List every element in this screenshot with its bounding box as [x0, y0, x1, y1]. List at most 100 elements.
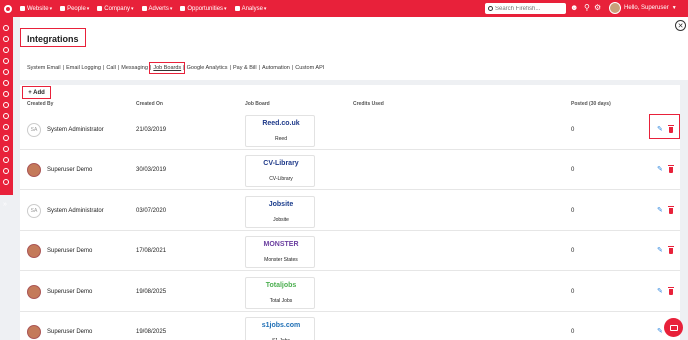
tab-messaging[interactable]: Messaging — [120, 65, 149, 71]
job-board-card: s1jobs.comS1 Jobs — [245, 317, 315, 340]
nav-analyse[interactable]: Analyse ▾ — [234, 5, 267, 12]
delete-trash-icon[interactable] — [668, 246, 674, 254]
globe-icon — [20, 6, 25, 11]
posted-count: 0 — [571, 289, 575, 295]
user-avatar — [27, 325, 41, 339]
sidebar-alert-icon[interactable] — [3, 179, 9, 185]
job-board-card: MONSTER Monster States — [245, 236, 315, 268]
building-icon — [97, 6, 103, 11]
edit-pencil-icon[interactable]: ✎ — [657, 165, 663, 173]
delete-trash-icon[interactable] — [668, 206, 674, 214]
sidebar-megaphone-icon[interactable] — [3, 47, 9, 53]
created-by: Superuser Demo — [47, 167, 93, 173]
created-on: 03/07/2020 — [136, 208, 167, 214]
sidebar-settings-icon[interactable] — [3, 25, 9, 31]
posted-count: 0 — [571, 167, 575, 173]
sidebar-chat-icon[interactable] — [3, 69, 9, 75]
edit-pencil-icon[interactable]: ✎ — [657, 206, 663, 214]
sidebar-star-icon[interactable] — [3, 135, 9, 141]
created-on: 19/08/2025 — [136, 289, 167, 295]
add-button[interactable]: + Add — [22, 86, 51, 99]
search-icon — [488, 6, 493, 11]
nav-adverts[interactable]: Adverts ▾ — [141, 5, 173, 12]
user-menu[interactable]: Hello, Superuser ▼ — [609, 2, 677, 14]
sidebar-expand-icon[interactable]: » — [3, 201, 7, 208]
posted-count: 0 — [571, 248, 575, 254]
add-user-icon[interactable]: ☻ — [570, 3, 578, 13]
col-credits-used: Credits Used — [353, 101, 384, 107]
briefcase-icon — [180, 6, 186, 11]
delete-trash-icon[interactable] — [668, 287, 674, 295]
created-on: 17/08/2021 — [136, 248, 167, 254]
tab-custom-api[interactable]: Custom API — [294, 65, 325, 71]
edit-pencil-icon[interactable]: ✎ — [657, 287, 663, 295]
table-row: Superuser Demo 17/08/2021 MONSTER Monster S… — [20, 231, 680, 271]
table-row: SA System Administrator 21/03/2019 Reed.co.… — [20, 110, 680, 150]
delete-trash-icon[interactable] — [668, 125, 674, 133]
tab-email-logging[interactable]: Email Logging — [65, 65, 102, 71]
created-by: System Administrator — [47, 127, 104, 133]
settings-gear-icon[interactable]: ⚙ — [594, 3, 601, 13]
table-row: SA System Administrator 03/07/2020 Jobsite J… — [20, 191, 680, 231]
sidebar-calendar-icon[interactable] — [3, 124, 9, 130]
nav-label: Analyse — [241, 5, 263, 12]
job-board-name: Monster States — [264, 257, 298, 263]
table-row: Superuser Demo 19/08/2025 s1jobs.comS1 Job… — [20, 312, 680, 340]
tab-job-boards[interactable]: Job Boards — [149, 62, 186, 74]
close-icon: ✕ — [677, 22, 684, 30]
job-board-logo: Jobsite — [268, 201, 294, 208]
posted-count: 0 — [571, 329, 575, 335]
sidebar-search-icon[interactable] — [3, 58, 9, 64]
table-row: Superuser Demo 19/08/2025 Totaljobs Total J… — [20, 272, 680, 312]
edit-pencil-icon[interactable]: ✎ — [657, 327, 663, 335]
job-board-logo: s1jobs.com — [261, 322, 301, 329]
created-on: 19/08/2025 — [136, 329, 167, 335]
created-by: System Administrator — [47, 208, 104, 214]
tab-call[interactable]: Call — [105, 65, 116, 71]
delete-trash-icon[interactable] — [668, 165, 674, 173]
chevron-down-icon: ▾ — [86, 5, 90, 12]
sidebar-flag-icon[interactable] — [3, 146, 9, 152]
tab-google-analytics[interactable]: Google Analytics — [186, 65, 229, 71]
created-by: Superuser Demo — [47, 289, 93, 295]
sidebar-mail-icon[interactable] — [3, 91, 9, 97]
col-job-board: Job Board — [245, 101, 270, 107]
job-board-card: CV-Library CV-Library — [245, 155, 315, 187]
app-logo[interactable] — [0, 0, 16, 17]
location-pin-icon[interactable]: ⚲ — [584, 3, 590, 13]
nav-label: People — [67, 5, 86, 12]
sidebar-doc-icon[interactable] — [3, 168, 9, 174]
sidebar-bell-icon[interactable] — [3, 157, 9, 163]
col-created-by: Created By — [27, 101, 54, 107]
sidebar-list-icon[interactable] — [3, 113, 9, 119]
sidebar-globe-icon[interactable] — [3, 36, 9, 42]
chevron-down-icon: ▼ — [671, 5, 677, 11]
nav-label: Website — [27, 5, 49, 12]
job-board-card: Reed.co.uk Reed — [245, 115, 315, 147]
chat-button[interactable] — [664, 318, 683, 337]
nav-opportunities[interactable]: Opportunities ▾ — [180, 6, 227, 12]
integration-tabs: System Email | Email Logging | Call | Messagin… — [26, 62, 325, 74]
col-created-on: Created On — [136, 101, 163, 107]
search-box[interactable] — [485, 3, 566, 14]
chevron-down-icon: ▾ — [169, 5, 173, 12]
tab-system-email[interactable]: System Email — [26, 65, 62, 71]
edit-pencil-icon[interactable]: ✎ — [657, 246, 663, 254]
nav-company[interactable]: Company ▾ — [97, 6, 134, 12]
nav-website[interactable]: Website ▾ — [20, 6, 52, 12]
edit-pencil-icon[interactable]: ✎ — [657, 125, 663, 133]
tab-automation[interactable]: Automation — [261, 65, 291, 71]
sidebar-clock-icon[interactable] — [3, 102, 9, 108]
sidebar-user-icon[interactable] — [3, 80, 9, 86]
top-navbar: Website ▾ People ▾ Company ▾ Adverts ▾ Opportuni… — [0, 0, 688, 17]
search-input[interactable] — [495, 5, 563, 12]
chevron-down-icon: ▾ — [263, 5, 267, 12]
user-greeting: Hello, Superuser — [624, 5, 669, 11]
chevron-down-icon: ▾ — [49, 5, 53, 12]
nav-people[interactable]: People ▾ — [60, 6, 89, 12]
close-button[interactable]: ✕ — [675, 20, 686, 31]
created-on: 21/03/2019 — [136, 127, 167, 133]
job-board-name: Reed — [275, 136, 287, 142]
tab-pay-bill[interactable]: Pay & Bill — [232, 65, 258, 71]
job-board-logo: Totaljobs — [265, 282, 297, 289]
